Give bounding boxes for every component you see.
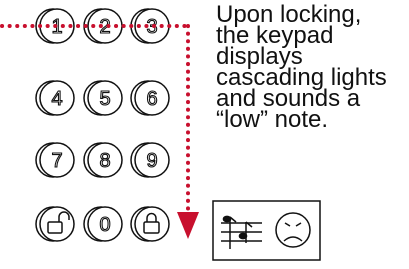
keypad-key: 0: [83, 206, 123, 242]
keypad-key: 4: [35, 80, 75, 116]
keypad-key: 9: [130, 142, 170, 178]
keypad-digit: 6: [146, 88, 157, 110]
keypad-digit: 9: [146, 150, 157, 172]
caption-text: Upon locking, the keypad displays cascad…: [216, 3, 406, 133]
keypad-digit: 7: [51, 150, 62, 172]
keypad-key: 8: [83, 142, 123, 178]
keypad-digit: 5: [99, 88, 110, 110]
arrow-head-icon: [177, 212, 199, 239]
keypad-digit: 0: [99, 214, 110, 236]
keypad-key: [130, 206, 170, 242]
keypad-key: 5: [83, 80, 123, 116]
keypad: 1234567890: [35, 8, 170, 242]
feedback-box: [212, 200, 321, 261]
keypad-key: 7: [35, 142, 75, 178]
caption-line: “low” note.: [216, 106, 329, 133]
keypad-key: [35, 206, 75, 242]
keypad-digit: 4: [51, 88, 62, 110]
keypad-digit: 8: [99, 150, 110, 172]
keypad-key: 6: [130, 80, 170, 116]
